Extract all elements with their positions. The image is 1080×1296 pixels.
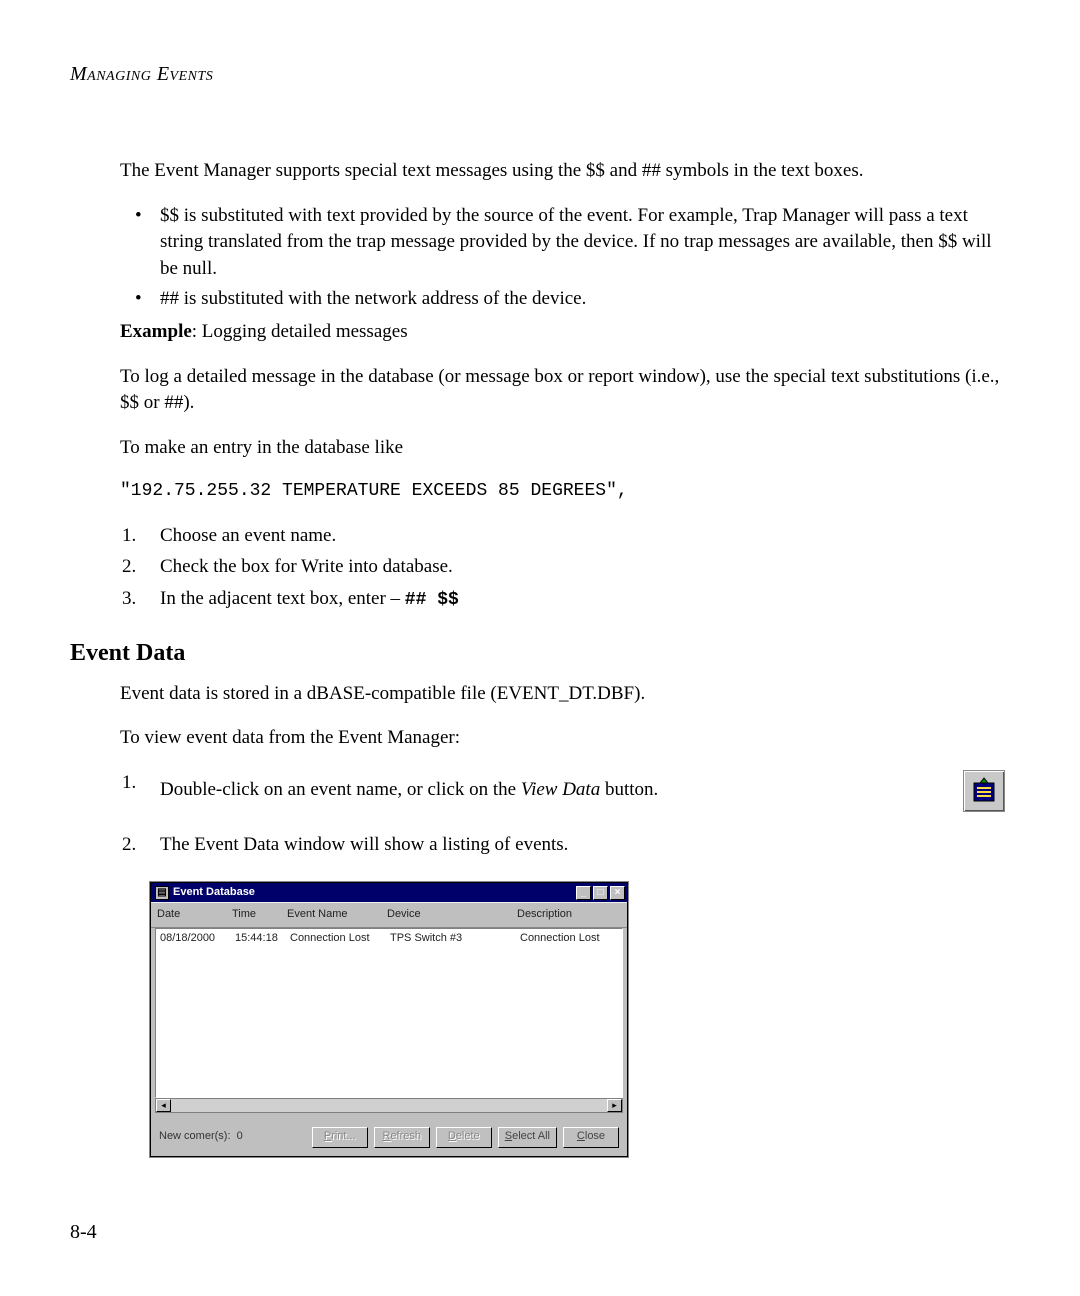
example-line: Example: Logging detailed messages — [120, 319, 1005, 346]
example-label: Example — [120, 321, 192, 342]
intro-paragraph: The Event Manager supports special text … — [120, 158, 1005, 185]
close-button[interactable]: Close — [563, 1127, 619, 1148]
bullet-dollar: $$ is substituted with text provided by … — [120, 203, 1005, 283]
page-number: 8-4 — [70, 1218, 97, 1246]
page-header: Managing Events — [70, 60, 1005, 88]
step-1: Choose an event name. — [120, 523, 1005, 550]
col-description: Description — [517, 907, 621, 922]
column-headers: Date Time Event Name Device Description — [151, 902, 627, 927]
scroll-thumb[interactable] — [171, 1099, 607, 1112]
horizontal-scrollbar[interactable]: ◂ ▸ — [155, 1098, 623, 1113]
cell-time: 15:44:18 — [235, 931, 290, 946]
cell-description: Connection Lost — [520, 931, 618, 946]
steps-list-2: Double-click on an event name, or click … — [120, 770, 1005, 859]
system-menu-icon[interactable]: ▤ — [155, 886, 169, 900]
example-text: : Logging detailed messages — [192, 321, 408, 342]
print-button[interactable]: Print... — [312, 1127, 368, 1148]
step-3-text: In the adjacent text box, enter – — [160, 588, 405, 609]
refresh-button[interactable]: Refresh — [374, 1127, 430, 1148]
body-content: The Event Manager supports special text … — [120, 158, 1005, 1157]
data-listbox[interactable]: 08/18/2000 15:44:18 Connection Lost TPS … — [155, 928, 623, 1098]
step2-1: Double-click on an event name, or click … — [120, 770, 1005, 812]
step-3: In the adjacent text box, enter – ## $$ — [120, 586, 1005, 613]
newcomers-value: 0 — [237, 1130, 243, 1142]
view-data-icon — [963, 770, 1005, 812]
col-device: Device — [387, 907, 517, 922]
para-log-detailed: To log a detailed message in the databas… — [120, 364, 1005, 417]
steps-list-1: Choose an event name. Check the box for … — [120, 523, 1005, 613]
event-database-window: ▤ Event Database _ □ × Date Time Event N… — [150, 882, 628, 1156]
para-to-view: To view event data from the Event Manage… — [120, 725, 1005, 752]
scroll-right-icon[interactable]: ▸ — [607, 1099, 622, 1112]
table-row[interactable]: 08/18/2000 15:44:18 Connection Lost TPS … — [156, 929, 622, 948]
bullet-hash: ## is substituted with the network addre… — [120, 286, 1005, 313]
close-window-button[interactable]: × — [610, 886, 625, 900]
col-event-name: Event Name — [287, 907, 387, 922]
step2-2: The Event Data window will show a listin… — [120, 832, 1005, 859]
step-3-code: ## $$ — [405, 590, 459, 610]
para-event-data: Event data is stored in a dBASE-compatib… — [120, 681, 1005, 708]
maximize-button[interactable]: □ — [593, 886, 608, 900]
cell-device: TPS Switch #3 — [390, 931, 520, 946]
titlebar[interactable]: ▤ Event Database _ □ × — [151, 883, 627, 902]
col-date: Date — [157, 907, 232, 922]
col-time: Time — [232, 907, 287, 922]
step-2: Check the box for Write into database. — [120, 554, 1005, 581]
section-event-data: Event Data — [70, 637, 1005, 671]
scroll-left-icon[interactable]: ◂ — [156, 1099, 171, 1112]
newcomers-label: New comer(s): 0 — [159, 1129, 279, 1144]
dialog-footer: New comer(s): 0 Print... Refresh Delete … — [151, 1113, 627, 1156]
minimize-button[interactable]: _ — [576, 886, 591, 900]
delete-button[interactable]: Delete — [436, 1127, 492, 1148]
cell-event-name: Connection Lost — [290, 931, 390, 946]
window-title: Event Database — [173, 885, 574, 900]
substitution-list: $$ is substituted with text provided by … — [120, 203, 1005, 313]
step2-1-pre: Double-click on an event name, or click … — [160, 779, 521, 800]
code-example: "192.75.255.32 TEMPERATURE EXCEEDS 85 DE… — [120, 479, 1005, 504]
cell-date: 08/18/2000 — [160, 931, 235, 946]
para-make-entry: To make an entry in the database like — [120, 435, 1005, 462]
view-data-italic: View Data — [521, 779, 600, 800]
select-all-button[interactable]: Select All — [498, 1127, 557, 1148]
step2-1-post: button. — [600, 779, 658, 800]
